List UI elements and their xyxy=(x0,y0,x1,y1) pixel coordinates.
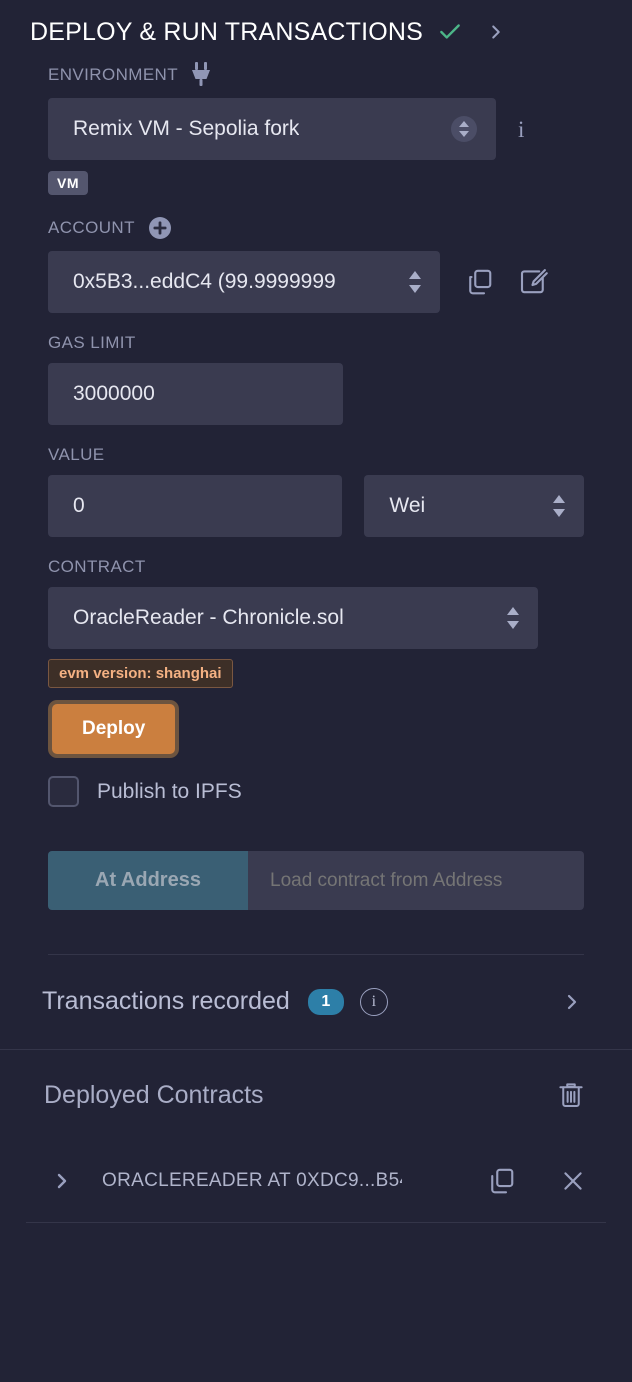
updown-arrows-icon[interactable] xyxy=(494,601,522,635)
at-address-button[interactable]: At Address xyxy=(48,851,248,910)
value-input[interactable]: 0 xyxy=(48,475,342,537)
account-label: ACCOUNT xyxy=(48,215,584,241)
gas-limit-label-text: GAS LIMIT xyxy=(48,333,136,353)
chevron-updown-circle-icon[interactable] xyxy=(438,113,480,145)
updown-arrows-icon[interactable] xyxy=(396,265,424,299)
value-unit-select[interactable]: Wei xyxy=(364,475,584,537)
deployed-contract-item[interactable]: ORACLEREADER AT 0XDC9...B54 xyxy=(0,1140,632,1222)
deployed-contracts-title: Deployed Contracts xyxy=(44,1081,264,1110)
publish-ipfs-row[interactable]: Publish to IPFS xyxy=(48,776,584,807)
deploy-button[interactable]: Deploy xyxy=(48,700,179,758)
copy-icon[interactable] xyxy=(486,1166,516,1196)
value-label-text: VALUE xyxy=(48,445,105,465)
deployed-contract-name: ORACLEREADER AT 0XDC9...B54 xyxy=(102,1170,402,1192)
environment-label-text: ENVIRONMENT xyxy=(48,65,178,85)
value-input-value: 0 xyxy=(73,494,85,518)
deployed-contracts-header: Deployed Contracts xyxy=(0,1050,632,1110)
transactions-recorded-label: Transactions recorded xyxy=(42,987,290,1016)
deployed-contract-divider xyxy=(26,1222,606,1223)
value-label: VALUE xyxy=(48,445,584,465)
contract-select-value: OracleReader - Chronicle.sol xyxy=(73,606,344,630)
copy-icon[interactable] xyxy=(464,267,494,297)
chevron-right-icon[interactable] xyxy=(560,990,584,1014)
edit-icon[interactable] xyxy=(518,267,548,297)
transactions-recorded-row[interactable]: Transactions recorded 1 i xyxy=(0,955,632,1049)
close-icon[interactable] xyxy=(560,1168,586,1194)
at-address-input[interactable] xyxy=(248,851,584,910)
value-row: 0 Wei xyxy=(48,475,584,537)
account-row: 0x5B3...eddC4 (99.9999999 xyxy=(48,251,584,313)
environment-label: ENVIRONMENT xyxy=(48,62,584,88)
at-address-row: At Address xyxy=(48,851,584,910)
environment-row: Remix VM - Sepolia fork i xyxy=(48,98,584,160)
environment-select[interactable]: Remix VM - Sepolia fork xyxy=(48,98,496,160)
updown-arrows-icon[interactable] xyxy=(540,489,568,523)
chevron-right-icon[interactable] xyxy=(50,1169,74,1193)
account-select[interactable]: 0x5B3...eddC4 (99.9999999 xyxy=(48,251,440,313)
transactions-info-icon[interactable]: i xyxy=(360,988,388,1016)
account-label-text: ACCOUNT xyxy=(48,218,135,238)
publish-ipfs-label: Publish to IPFS xyxy=(97,780,242,804)
gas-limit-input[interactable]: 3000000 xyxy=(48,363,343,425)
vm-badge: VM xyxy=(48,171,88,195)
contract-label-text: CONTRACT xyxy=(48,557,146,577)
plug-icon xyxy=(190,62,212,88)
chevron-right-icon[interactable] xyxy=(485,21,507,43)
check-icon xyxy=(437,19,463,45)
gas-limit-label: GAS LIMIT xyxy=(48,333,584,353)
transactions-count-badge: 1 xyxy=(308,989,344,1015)
deploy-run-transactions-panel: DEPLOY & RUN TRANSACTIONS ENVIRONMENT xyxy=(0,0,632,1382)
gas-limit-value: 3000000 xyxy=(73,382,155,406)
publish-ipfs-checkbox[interactable] xyxy=(48,776,79,807)
contract-select[interactable]: OracleReader - Chronicle.sol xyxy=(48,587,538,649)
trash-icon[interactable] xyxy=(556,1080,586,1110)
environment-info-icon[interactable]: i xyxy=(518,118,524,141)
plus-circle-icon[interactable] xyxy=(147,215,173,241)
panel-header: DEPLOY & RUN TRANSACTIONS xyxy=(0,0,632,62)
account-select-value: 0x5B3...eddC4 (99.9999999 xyxy=(73,270,336,294)
page-title: DEPLOY & RUN TRANSACTIONS xyxy=(30,18,423,47)
value-unit-value: Wei xyxy=(389,494,425,518)
evm-version-badge: evm version: shanghai xyxy=(48,659,233,688)
environment-select-value: Remix VM - Sepolia fork xyxy=(73,117,299,141)
contract-label: CONTRACT xyxy=(48,557,584,577)
panel-body: ENVIRONMENT Remix VM - Sepolia fork xyxy=(0,62,632,955)
